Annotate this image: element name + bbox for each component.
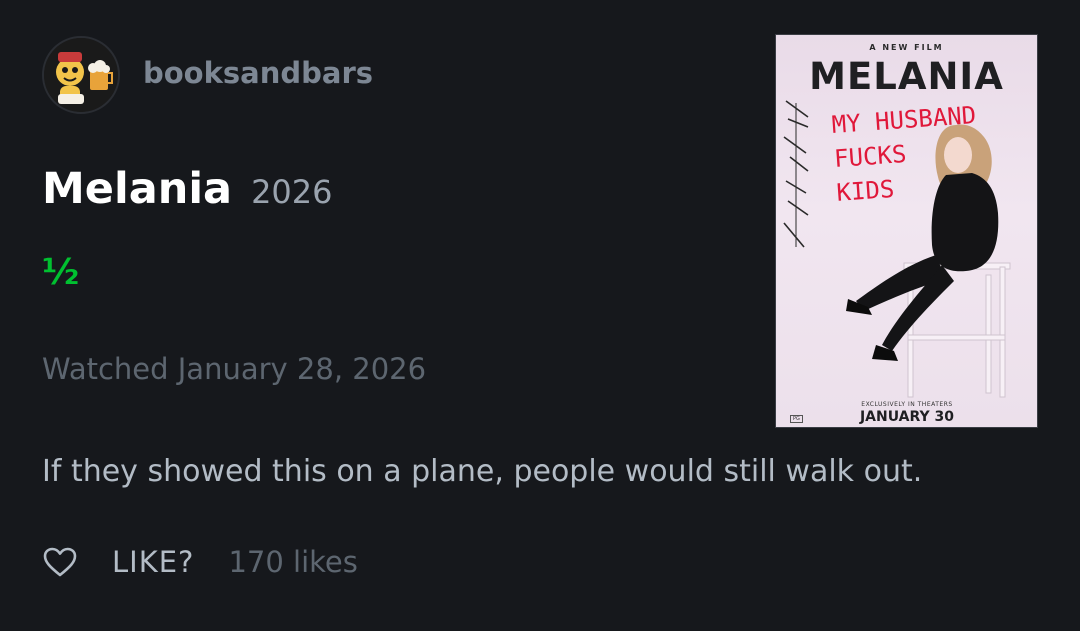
poster-graffiti-text: MY HUSBAND FUCKS KIDS [830, 101, 977, 207]
heart-icon[interactable] [42, 546, 78, 578]
author-username[interactable]: booksandbars [143, 56, 373, 90]
film-poster[interactable]: A NEW FILM MELANIA MY HUSBAND FUCKS KIDS… [775, 34, 1038, 428]
review-text: If they showed this on a plane, people w… [42, 454, 923, 489]
film-title[interactable]: Melania [42, 164, 232, 214]
avatar-cartoon-icon [44, 38, 118, 112]
film-title-line: Melania 2026 [42, 164, 333, 214]
like-row: LIKE? 170 likes [42, 540, 358, 584]
poster-tagline: EXCLUSIVELY IN THEATERS [861, 401, 953, 408]
star-rating: ½ [42, 252, 80, 293]
poster-kicker: A NEW FILM [869, 43, 944, 52]
review-page: booksandbars Melania 2026 ½ Watched Janu… [0, 0, 1080, 631]
avatar[interactable] [42, 36, 120, 114]
watched-date: Watched January 28, 2026 [42, 352, 427, 386]
like-button[interactable]: LIKE? [112, 545, 194, 579]
film-year[interactable]: 2026 [251, 173, 332, 211]
like-count[interactable]: 170 likes [228, 545, 357, 579]
poster-rating-badge: PG [790, 415, 803, 423]
poster-title: MELANIA [809, 55, 1004, 98]
poster-release-date: JANUARY 30 [859, 409, 955, 425]
